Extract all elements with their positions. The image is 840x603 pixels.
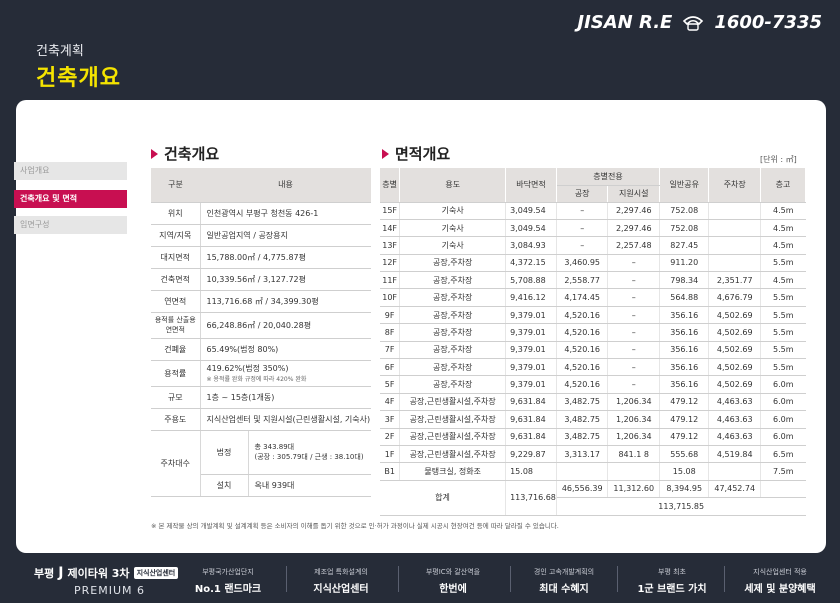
area-title: 면적개요 [382, 143, 450, 164]
header-value: 내용 [200, 168, 371, 203]
table-row: 15F 기숙사 3,049.54–2,297.46 752.08 4.5m [380, 202, 806, 220]
brand-block: JISAN R.E 1600-7335 [577, 12, 822, 33]
grand-total: 113,715.85 [556, 497, 806, 516]
table-row: 2F 공장,근린생활시설,주차장 9,631.84 3,482.75 1,206.34 4… [380, 428, 806, 446]
page-subtitle: 건축계획 [36, 44, 84, 59]
area-body: 15F 기숙사 3,049.54–2,297.46 752.08 4.5m 14F 기숙사 3… [380, 202, 806, 481]
total-support: 11,312.60 [607, 480, 661, 499]
table-row: 건축면적 10,339.56㎡ / 3,127.72평 [151, 268, 371, 291]
j-logo-icon: J [58, 565, 64, 581]
header-parking: 주차장 [708, 168, 762, 203]
total-common: 8,394.95 [659, 480, 710, 499]
overview-title: 건축개요 [151, 143, 219, 164]
triangle-icon [382, 148, 389, 159]
page-title: 건축개요 [36, 66, 121, 91]
header-height: 층고 [760, 168, 806, 203]
table-row: 10F 공장,주차장 9,416.12 4,174.45–564.88 4,676.79… [380, 288, 806, 307]
table-row: 12F 공장,주차장 4,372.15 3,460.95–911.20 5.5m [380, 254, 806, 273]
header-floor-area: 바닥면적 [505, 168, 557, 203]
footnote: ※ 본 제작물 상의 개발계획 및 설계계획 등은 소비자의 이해를 돕기 위한… [151, 522, 559, 530]
table-row: 4F 공장,근린생활시설,주차장 9,631.84 3,482.75 1,206.34 4… [380, 393, 806, 412]
total-row: 합계 113,716.68 46,556.39 11,312.60 8,394.… [380, 480, 806, 516]
unit-note: [단위 : ㎡] [760, 155, 797, 164]
table-row: 3F 공장,근린생활시설,주차장 9,631.84 3,482.75 1,206.34 4… [380, 410, 806, 429]
area-table: 층별 용도 바닥면적 층별전용 일반공유 주차장 층고 공장 지원시설 15F 기… [380, 168, 806, 516]
table-row: 건폐율 65.49%(법정 80%) [151, 338, 371, 361]
total-label: 합계 [380, 480, 507, 516]
table-row: 대지면적 15,788.00㎡ / 4,775.87평 [151, 246, 371, 269]
total-factory: 46,556.39 [556, 480, 609, 499]
feature-4: 경인 고속개발계획의 최대 수혜지 [533, 568, 595, 595]
table-row: 7F 공장,주차장 9,379.01 4,520.16–356.16 4,502.69 5… [380, 341, 806, 360]
brand-name: JISAN R.E [577, 12, 673, 33]
table-row: 9F 공장,주차장 9,379.01 4,520.16–356.16 4,502.69 5… [380, 306, 806, 325]
feature-5: 부평 최초 1군 브랜드 가치 [637, 568, 707, 595]
table-row: 연면적 113,716.68 ㎡ / 34,399.30평 [151, 290, 371, 313]
table-row: 용적률 419.62%(법정 350%) ※ 용적률 완화 규정에 따라 420… [151, 360, 371, 387]
table-row: 13F 기숙사 3,084.93–2,257.48 827.45 4.5m [380, 236, 806, 255]
table-row: 지역/지목 일반공업지역 / 공장용지 [151, 224, 371, 247]
table-row: 주차대수 법정 총 343.89대 (공장 : 305.79대 / 근생 : 3… [151, 430, 371, 497]
table-row: 주용도 지식산업센터 및 지원시설(근린생활시설, 기숙사) [151, 408, 371, 431]
table-row: 규모 1층 ~ 15층(1개동) [151, 386, 371, 409]
feature-2: 제조업 특화설계의 지식산업센터 [313, 568, 369, 595]
feature-6: 지식산업센터 적용 세제 및 분양혜택 [744, 568, 816, 595]
feature-3: 부평IC와 갈산역을 한번에 [425, 568, 481, 595]
table-row: 14F 기숙사 3,049.54–2,297.46 752.08 4.5m [380, 219, 806, 238]
table-row: 6F 공장,주차장 9,379.01 4,520.16–356.16 4,502.69 5… [380, 358, 806, 377]
header-key: 구분 [151, 168, 200, 203]
side-tab-business[interactable]: 사업개요 [14, 162, 127, 180]
table-row: B1 물탱크실, 정화조 15.08 15.08 7.5m [380, 462, 806, 481]
header-factory: 공장 [556, 185, 609, 203]
triangle-icon [151, 148, 158, 159]
overview-table: 구분 내용 위치 인천광역시 부평구 청천동 426-1 지역/지목 일반공업지… [151, 168, 371, 497]
phone-icon [683, 15, 704, 31]
footer-logo: 부평 J 제이타워 3차 지식산업센터 PREMIUM 6 [34, 565, 179, 597]
table-row: 11F 공장,주차장 5,708.88 2,558.77–798.34 2,351.77… [380, 271, 806, 290]
table-row: 5F 공장,주차장 9,379.01 4,520.16–356.16 4,502.69 6… [380, 375, 806, 394]
side-tab-elevation[interactable]: 입면구성 [14, 216, 127, 234]
phone-number: 1600-7335 [714, 12, 822, 33]
header-use: 용도 [399, 168, 507, 203]
table-row: 용적률 산출용 연면적 66,248.86㎡ / 20,040.28평 [151, 312, 371, 339]
total-parking: 47,452.74 [708, 480, 762, 499]
header-exclusive: 층별전용 [556, 168, 661, 186]
header-floor: 층별 [380, 168, 401, 203]
header-support: 지원시설 [607, 185, 661, 203]
total-floor-area: 113,716.68 [505, 480, 557, 516]
table-row: 위치 인천광역시 부평구 청천동 426-1 [151, 202, 371, 225]
feature-1: 부평국가산업단지 No.1 랜드마크 [194, 568, 262, 595]
divider [724, 566, 725, 592]
header-common: 일반공유 [659, 168, 710, 203]
table-row: 1F 공장,근린생활시설,주차장 9,229.87 3,313.17 841.1 8 55… [380, 445, 806, 464]
side-tab-overview[interactable]: 건축개요 및 면적 [14, 190, 127, 208]
table-row: 8F 공장,주차장 9,379.01 4,520.16–356.16 4,502.69 5… [380, 323, 806, 342]
